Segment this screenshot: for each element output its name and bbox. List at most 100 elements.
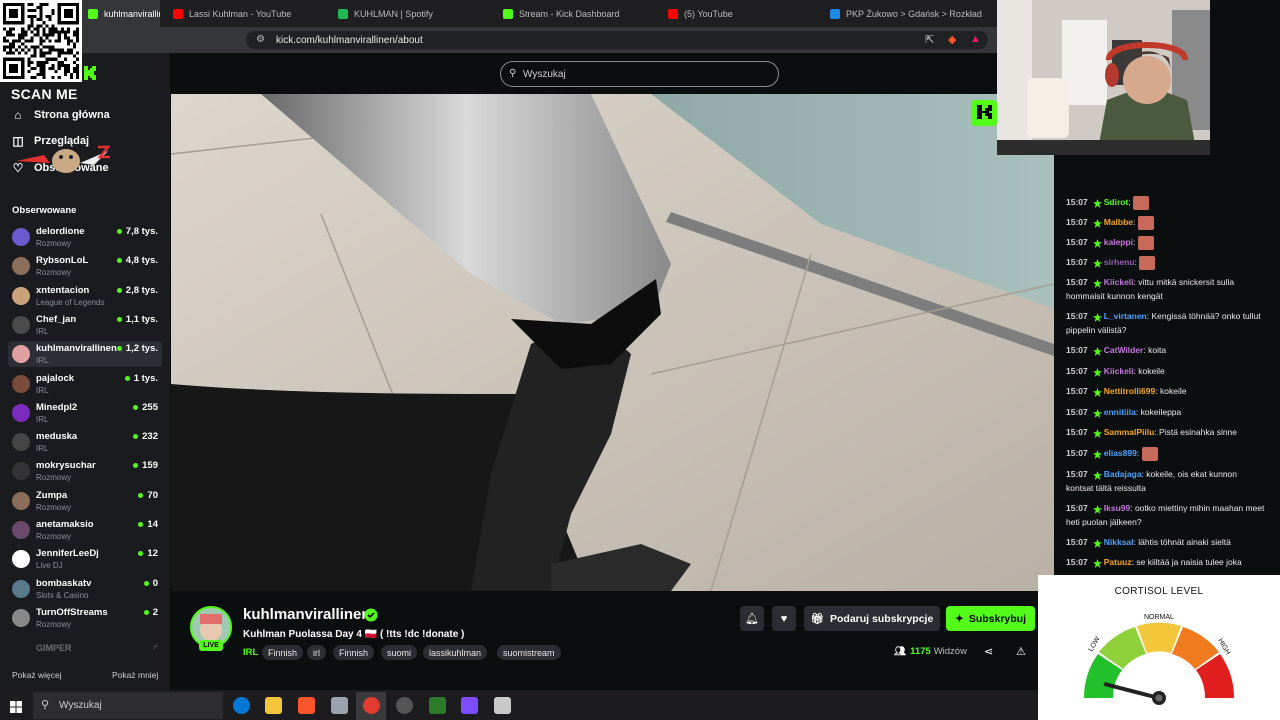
chat-emote-image <box>1137 235 1154 250</box>
follow-heart-button[interactable]: ♥ <box>772 606 796 631</box>
tab-label: (5) YouTube <box>684 8 733 19</box>
brave-browser-icon[interactable] <box>298 697 315 714</box>
followed-channel-item[interactable]: Chef_jan IRL 1,1 tys. <box>8 312 162 338</box>
chat-username[interactable]: kaleppi <box>1104 237 1133 247</box>
followed-channel-item[interactable]: delordione Rozmowy 7,8 tys. <box>8 224 162 250</box>
app-icon-7[interactable] <box>396 697 413 714</box>
channel-name: mokrysuchar <box>36 460 96 472</box>
chat-username[interactable]: Malbbe <box>1104 217 1133 227</box>
kick-app-icon[interactable] <box>429 697 446 714</box>
chat-username[interactable]: Patuuz <box>1104 557 1132 567</box>
chat-username[interactable]: Kiickeli <box>1104 366 1134 376</box>
stream-tag[interactable]: lassikuhlman <box>423 645 488 660</box>
chat-emote-image <box>1137 215 1154 230</box>
live-dot-icon <box>143 580 149 586</box>
chat-timestamp: 15:07 <box>1066 311 1088 321</box>
chat-username[interactable]: Badajaga <box>1104 469 1142 479</box>
chat-username[interactable]: Sdirot <box>1104 197 1129 207</box>
subscriber-badge-icon <box>1092 428 1102 439</box>
windows-start-icon[interactable] <box>10 700 22 718</box>
streamer-name[interactable]: kuhlmanvirallinen <box>243 606 371 623</box>
followed-channel-item[interactable]: meduska IRL 232 <box>8 429 162 455</box>
show-more-link[interactable]: Pokaż więcej <box>12 670 62 680</box>
browser-tab[interactable]: kuhlmanvirallinen - W <box>80 0 160 27</box>
channel-name: xntentacion <box>36 284 90 296</box>
subscriber-badge-icon <box>1092 278 1102 289</box>
channel-avatar <box>12 345 30 364</box>
browser-tab[interactable]: (5) YouTube <box>660 0 820 27</box>
share-page-icon[interactable]: ⇱ <box>925 33 934 46</box>
chat-timestamp: 15:07 <box>1066 237 1088 247</box>
chat-username[interactable]: SammalPiilu <box>1104 427 1155 437</box>
followed-channel-item[interactable]: Zumpa Rozmowy 70 <box>8 488 162 514</box>
followed-channel-item[interactable]: mokrysuchar Rozmowy 159 <box>8 458 162 484</box>
channel-viewers: 2,8 tys. <box>116 285 158 296</box>
followed-channel-item[interactable]: kuhlmanvirallinen IRL 1,2 tys. <box>8 341 162 368</box>
app-icon-9[interactable] <box>461 697 478 714</box>
chat-username[interactable]: ennitiila <box>1104 407 1136 417</box>
heart-icon: ♥ <box>780 612 788 625</box>
tab-favicon-icon <box>338 8 348 19</box>
chat-username[interactable]: Iksu99 <box>1104 503 1130 513</box>
stream-tag[interactable]: suomistream <box>497 645 561 660</box>
stream-tag[interactable]: suomi <box>381 645 418 660</box>
verified-icon <box>364 608 378 622</box>
chat-username[interactable]: CatWilder <box>1104 345 1144 355</box>
edge-browser-icon[interactable] <box>233 697 250 714</box>
nav-home[interactable]: ⌂ Strona główna <box>12 108 109 122</box>
sparkle-icon: ✦ <box>955 612 964 625</box>
report-icon[interactable]: ⚠ <box>1016 645 1026 658</box>
tab-favicon-icon <box>173 8 183 19</box>
viewer-count-label: Widzów <box>933 646 967 657</box>
stream-tag[interactable]: Finnish <box>262 645 304 660</box>
app-icon-5[interactable] <box>331 697 348 714</box>
browser-tab[interactable]: KUHLMAN | Spotify <box>330 0 490 27</box>
followed-channel-item[interactable]: anetamaksio Rozmowy 14 <box>8 517 162 543</box>
gift-subscriptions-button[interactable]: 🎁︎ Podaruj subskrypcje <box>804 606 940 631</box>
followed-channel-item[interactable]: pajalock IRL 1 tys. <box>8 371 162 397</box>
chat-username[interactable]: sirhenu <box>1104 257 1135 267</box>
brave-shield-icon[interactable]: ◆ <box>948 33 956 46</box>
show-less-link[interactable]: Pokaż mniej <box>112 670 158 680</box>
followed-channel-item[interactable]: RybsonLoL Rozmowy 4,8 tys. <box>8 253 162 279</box>
file-explorer-icon[interactable] <box>265 697 282 714</box>
notification-bell-button[interactable]: 🔔︎ <box>740 606 764 631</box>
chat-username[interactable]: Kiickeli <box>1104 277 1134 287</box>
subscriber-badge-icon <box>1092 558 1102 569</box>
chrome-browser-icon[interactable] <box>363 697 380 714</box>
kick-logo-icon[interactable] <box>84 66 96 80</box>
brave-rewards-icon[interactable]: ▲ <box>970 33 981 45</box>
app-icon-10[interactable] <box>494 697 511 714</box>
chat-username[interactable]: elias899 <box>1104 448 1137 458</box>
address-bar[interactable]: ⚙ kick.com/kuhlmanvirallinen/about <box>246 31 988 49</box>
tab-label: Lassi Kuhlman - YouTube <box>189 8 292 19</box>
site-settings-icon[interactable]: ⚙ <box>256 34 265 45</box>
followed-channel-item[interactable]: Minedpl2 IRL 255 <box>8 400 162 426</box>
channel-viewers: 0 <box>143 578 158 589</box>
channel-viewers: 14 <box>138 519 158 530</box>
browser-tab[interactable]: PKP Żukowo > Gdańsk > Rozkład jaz <box>822 0 982 27</box>
channel-viewer-count: 70 <box>147 489 158 501</box>
stream-category[interactable]: IRL <box>243 647 258 658</box>
chat-username[interactable]: Nikksal <box>1104 537 1134 547</box>
followed-channel-item[interactable]: xntentacion League of Legends 2,8 tys. <box>8 283 162 309</box>
faded-channel-row[interactable]: GIMPER ⌿ <box>12 642 162 656</box>
tab-favicon-icon <box>830 8 840 19</box>
share-icon[interactable]: ⋖ <box>984 645 993 658</box>
subscriber-badge-icon <box>1092 346 1102 357</box>
chat-message: 15:07 ennitiila: kokeileppa <box>1066 405 1266 419</box>
video-player[interactable] <box>171 94 1054 591</box>
chat-username[interactable]: L_virtanen <box>1104 311 1147 321</box>
followed-channel-item[interactable]: bombaskatv Slots & Casino 0 <box>8 576 162 602</box>
browser-tab[interactable]: Stream - Kick Dashboard <box>495 0 655 27</box>
cortisol-title: CORTISOL LEVEL <box>1114 586 1204 597</box>
stream-tag[interactable]: Finnish <box>333 645 375 660</box>
subscribe-button[interactable]: ✦ Subskrybuj <box>946 606 1035 631</box>
followed-channel-item[interactable]: TurnOffStreams Rozmowy 2 <box>8 605 162 631</box>
taskbar-search-input[interactable]: ⚲ Wyszukaj <box>33 692 223 719</box>
followed-channel-item[interactable]: JenniferLeeDj Live DJ 12 <box>8 546 162 572</box>
search-input[interactable]: ⚲ Wyszukaj <box>500 61 779 87</box>
browser-tab[interactable]: Lassi Kuhlman - YouTube <box>165 0 325 27</box>
chat-username[interactable]: Nettitrolli699 <box>1104 386 1156 396</box>
stream-tag[interactable]: irl <box>307 645 326 660</box>
